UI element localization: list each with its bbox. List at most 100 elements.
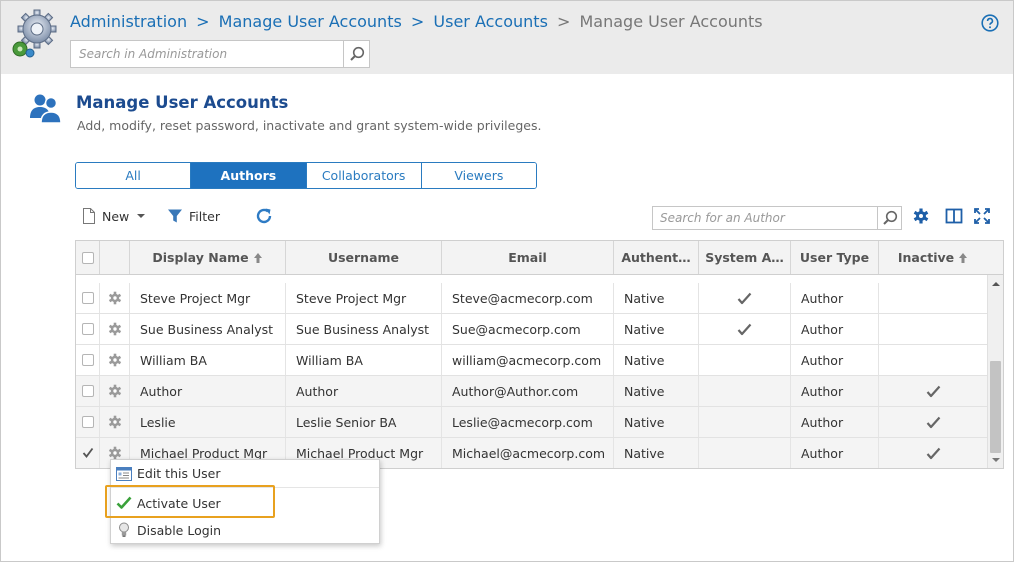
admin-search-box [70,40,370,68]
cell-system-admin [699,376,791,406]
row-checkbox[interactable] [82,447,94,459]
cell-display-name: William BA [130,345,286,375]
row-select-cell [76,314,100,344]
cell-username: Sue Business Analyst [286,314,442,344]
cell-email: william@acmecorp.com [442,345,614,375]
column-chooser-icon[interactable] [945,207,963,225]
cell-username: William BA [286,345,442,375]
row-actions-cell [100,283,130,313]
cell-inactive [879,407,987,437]
cell-inactive [879,438,987,468]
row-context-menu: Edit this User Activate User Disable Log… [110,459,380,544]
row-actions-gear-icon[interactable] [108,291,122,305]
cell-user-type: Author [791,376,879,406]
column-header-display-name[interactable]: Display Name [130,241,286,274]
menu-item-disable-login[interactable]: Disable Login [111,516,379,544]
tab-authors[interactable]: Authors [191,163,307,188]
row-actions-gear-icon[interactable] [108,353,122,367]
cell-authentication: Native [614,438,699,468]
help-icon[interactable] [981,14,999,32]
column-header-email[interactable]: Email [442,241,614,274]
checkbox-checked-icon [82,447,93,458]
tab-collaborators[interactable]: Collaborators [306,163,422,188]
checkmark-icon [926,416,940,428]
cell-display-name: Steve Project Mgr [130,283,286,313]
users-grid: Display Name Username Email Authent… Sys… [75,240,1004,469]
cell-system-admin [699,345,791,375]
table-row[interactable]: Leslie Leslie Senior BA Leslie@acmecorp.… [76,407,987,438]
cell-system-admin [699,407,791,437]
select-all-checkbox[interactable] [81,251,94,264]
column-header-system-admin[interactable]: System A… [699,241,791,274]
page-description: Add, modify, reset password, inactivate … [77,118,542,133]
edit-user-icon [116,466,132,481]
cell-authentication: Native [614,314,699,344]
tab-all[interactable]: All [76,163,192,188]
column-header-label: Inactive [897,250,955,265]
refresh-icon[interactable] [255,206,273,226]
author-search-button[interactable] [877,207,901,229]
row-checkbox[interactable] [81,416,94,428]
table-row[interactable]: William BA William BA william@acmecorp.c… [76,345,987,376]
row-actions-gear-icon[interactable] [108,384,122,398]
cell-authentication: Native [614,376,699,406]
checkmark-icon [926,385,940,397]
cell-inactive [879,314,987,344]
cell-user-type: Author [791,438,879,468]
cell-username: Author [286,376,442,406]
scroll-down-icon[interactable] [988,455,1004,465]
row-checkbox[interactable] [81,292,94,304]
menu-item-edit-user[interactable]: Edit this User [111,460,379,488]
column-header-username[interactable]: Username [286,241,442,274]
cell-username: Leslie Senior BA [286,407,442,437]
menu-item-activate-user[interactable]: Activate User [111,489,379,517]
cell-user-type: Author [791,407,879,437]
cell-inactive [879,345,987,375]
column-header-authentication[interactable]: Authent… [614,241,699,274]
breadcrumb: Administration > Manage User Accounts > … [70,12,763,31]
scroll-up-icon[interactable] [988,279,1004,289]
table-row[interactable]: Author Author Author@Author.com Native A… [76,376,987,407]
breadcrumb-administration[interactable]: Administration [70,12,187,31]
breadcrumb-manage-user-accounts[interactable]: Manage User Accounts [219,12,402,31]
search-icon [349,46,364,61]
cell-authentication: Native [614,283,699,313]
search-icon [882,210,897,225]
users-icon [30,94,62,124]
admin-search-button[interactable] [343,41,369,67]
sort-ascending-icon [253,252,262,263]
sort-ascending-icon [959,252,968,263]
cell-display-name: Leslie [130,407,286,437]
table-row[interactable]: Sue Business Analyst Sue Business Analys… [76,314,987,345]
expand-fullscreen-icon[interactable] [973,207,991,225]
menu-item-label: Edit this User [137,466,221,481]
cell-display-name: Sue Business Analyst [130,314,286,344]
row-actions-gear-icon[interactable] [108,415,122,429]
row-actions-gear-icon[interactable] [108,446,122,460]
row-checkbox[interactable] [81,323,94,335]
grid-scrollbar[interactable] [987,275,1003,468]
row-actions-cell [100,314,130,344]
column-header-inactive[interactable]: Inactive [879,241,987,274]
scrollbar-thumb[interactable] [990,361,1001,453]
breadcrumb-user-accounts[interactable]: User Accounts [433,12,548,31]
new-button[interactable]: New [82,206,146,226]
row-actions-gear-icon[interactable] [108,322,122,336]
chevron-down-icon [137,214,146,218]
column-header-user-type[interactable]: User Type [791,241,879,274]
row-checkbox[interactable] [81,385,94,397]
tab-viewers[interactable]: Viewers [421,163,536,188]
filter-button[interactable]: Filter [167,206,220,226]
row-actions-cell [100,376,130,406]
author-search-input[interactable] [653,207,875,229]
checkmark-icon [737,292,752,304]
breadcrumb-current: Manage User Accounts [579,12,763,31]
row-checkbox[interactable] [81,354,94,366]
table-row[interactable]: Steve Project Mgr Steve Project Mgr Stev… [76,283,987,314]
filter-icon [168,209,182,223]
breadcrumb-separator: > [196,12,210,31]
author-search-box [652,206,902,230]
breadcrumb-separator: > [410,12,425,31]
settings-gear-icon[interactable] [912,207,930,225]
admin-search-input[interactable] [71,41,343,67]
